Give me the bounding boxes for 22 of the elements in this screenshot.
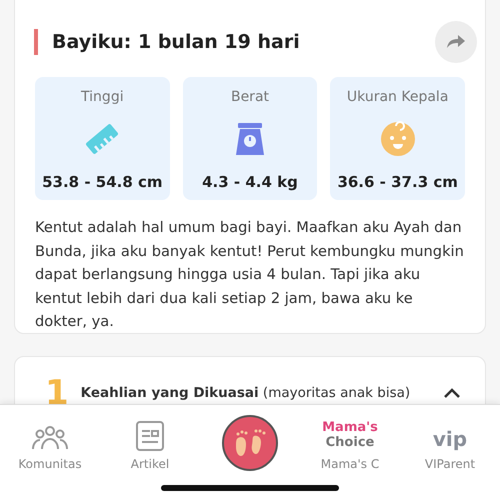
metric-label: Tinggi (81, 89, 124, 105)
card-title: Bayiku: 1 bulan 19 hari (34, 29, 300, 55)
metric-value: 4.3 - 4.4 kg (202, 173, 298, 191)
baby-face-icon (380, 121, 416, 157)
people-icon (32, 425, 68, 451)
nav-tab[interactable]: vip VIParent (400, 411, 500, 471)
nav-tab[interactable]: Komunitas (0, 411, 100, 471)
description-text: Kentut adalah hal umum bagi bayi. Maafkan aku Ayah dan Bunda, jika aku banyak kentut! Perut kembungku mungkin dapat berlangsung hingga usia 4 bulan. Tapi jika aku kentut lebih dari dua kali setiap 2 jam, bawa aku ke dokter, ya. (35, 218, 465, 332)
share-button[interactable] (435, 21, 477, 63)
nav-tab[interactable]: Mama's Choice Mama's C (300, 411, 400, 471)
metric-label: Ukuran Kepala (346, 89, 448, 105)
metric-value: 36.6 - 37.3 cm (337, 173, 458, 191)
mamas-choice-logo: Mama's Choice (322, 421, 378, 451)
vip-logo: vip (432, 428, 468, 451)
skills-heading: Keahlian yang Dikuasai (mayoritas anak bisa) (80, 385, 412, 401)
chevron-up-icon[interactable] (443, 387, 461, 399)
metric-value: 53.8 - 54.8 cm (42, 173, 163, 191)
nav-tab[interactable]: Artikel (100, 411, 200, 471)
article-icon (136, 421, 164, 451)
metric-label: Berat (230, 89, 270, 105)
step-number: 1 (45, 373, 69, 413)
share-icon (447, 35, 465, 49)
